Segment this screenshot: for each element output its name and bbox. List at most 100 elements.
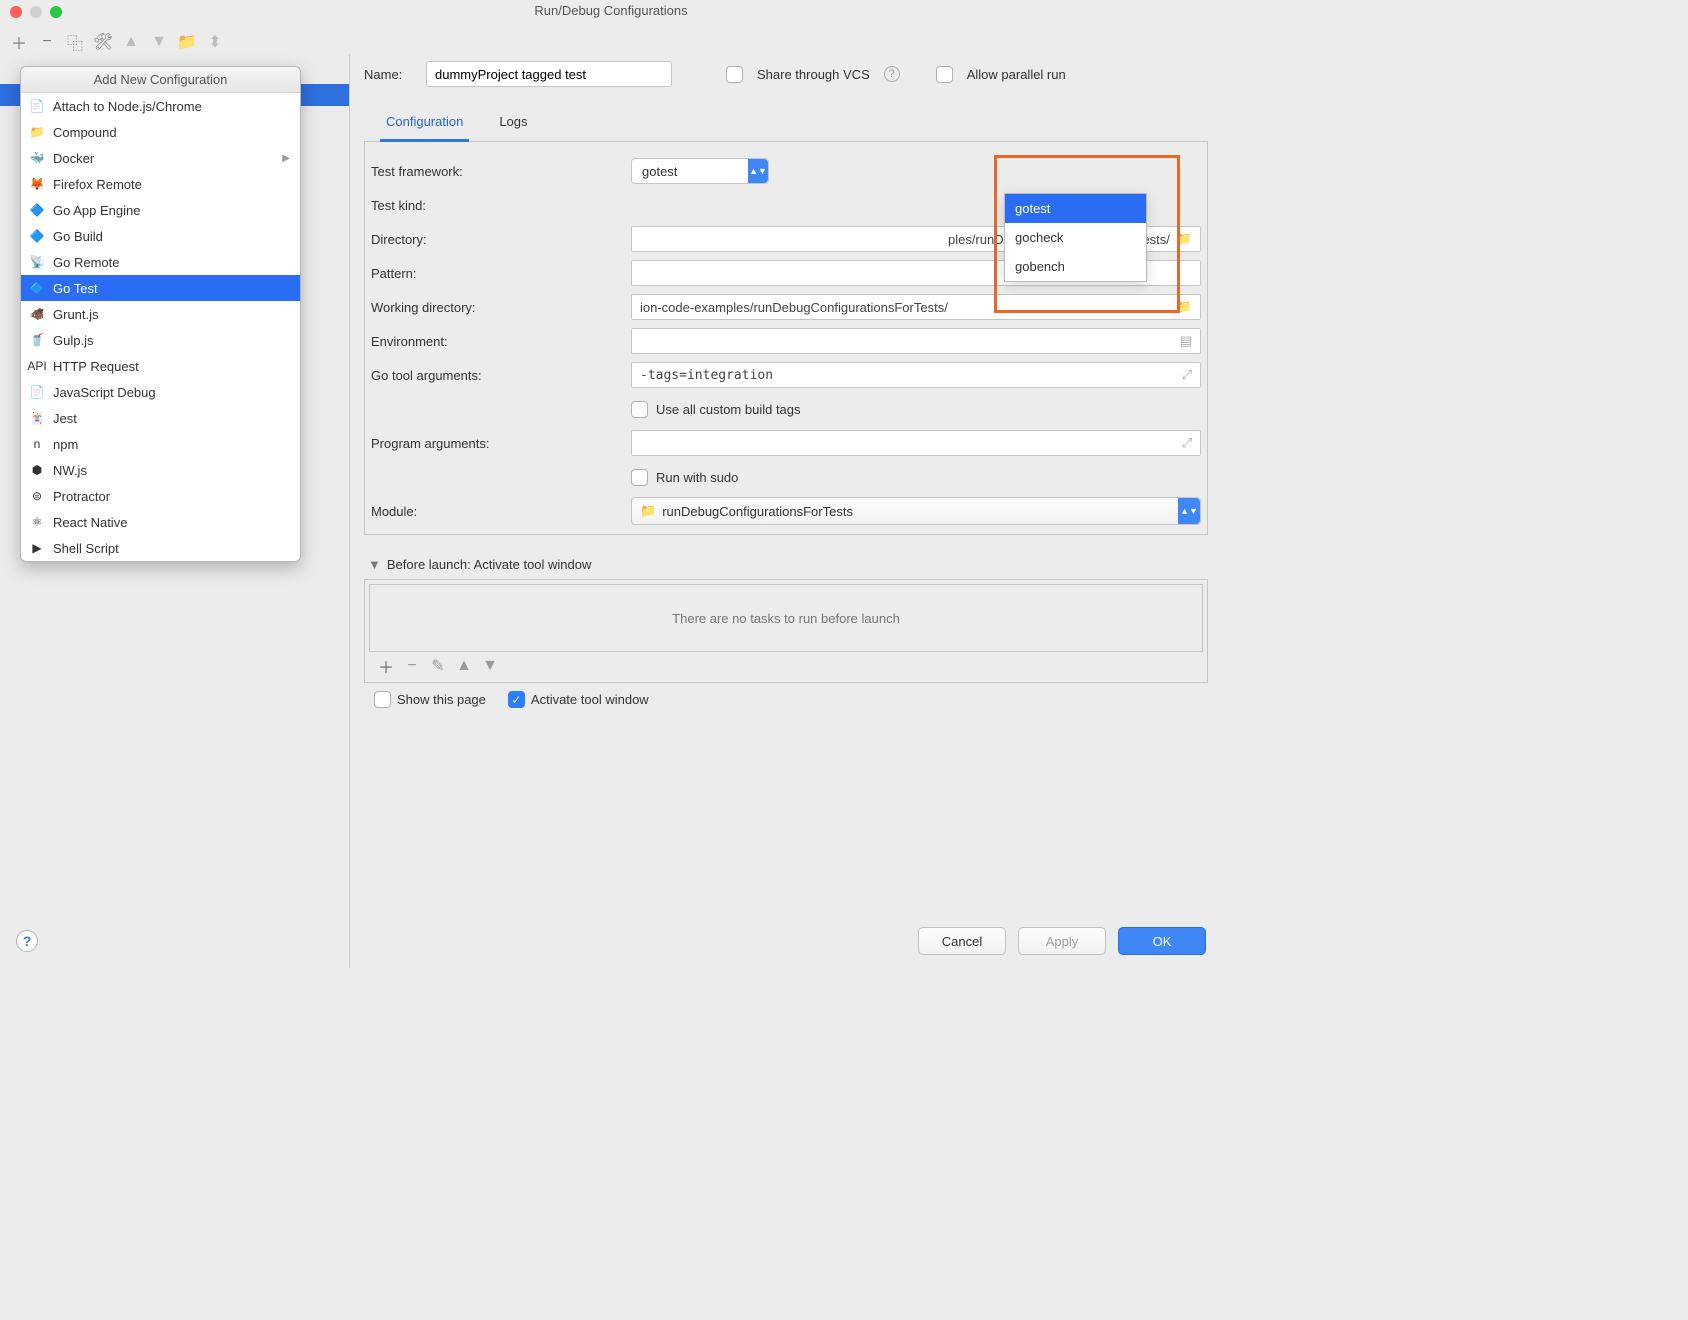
popup-item-gulp-js[interactable]: 🥤Gulp.js — [21, 327, 300, 353]
test-framework-label: Test framework: — [371, 164, 623, 179]
popup-item-label: NW.js — [53, 463, 87, 478]
popup-item-docker[interactable]: 🐳Docker▶ — [21, 145, 300, 171]
remove-configuration-button[interactable]: − — [36, 31, 58, 53]
popup-item-react-native[interactable]: ⚛ React Native — [21, 509, 300, 535]
popup-item-label: npm — [53, 437, 78, 452]
program-args-input[interactable]: ⤢ — [631, 430, 1201, 456]
allow-parallel-checkbox[interactable] — [936, 66, 953, 83]
compound-icon: 📁 — [29, 124, 45, 140]
module-label: Module: — [371, 504, 623, 519]
jest-icon: 🃏 — [29, 410, 45, 426]
attach-to-node-js-chrome-icon: 📄 — [29, 98, 45, 114]
tab-logs[interactable]: Logs — [493, 110, 533, 141]
use-all-tags-label: Use all custom build tags — [656, 402, 801, 417]
popup-item-label: Firefox Remote — [53, 177, 142, 192]
popup-item-label: Go Remote — [53, 255, 119, 270]
expand-icon[interactable]: ⤢ — [1182, 435, 1192, 451]
before-launch-header[interactable]: ▼ Before launch: Activate tool window — [364, 549, 1208, 579]
pattern-label: Pattern: — [371, 266, 623, 281]
apply-button: Apply — [1018, 927, 1106, 955]
popup-item-jest[interactable]: 🃏Jest — [21, 405, 300, 431]
close-window[interactable] — [10, 6, 22, 18]
popup-item-go-app-engine[interactable]: 🔷Go App Engine — [21, 197, 300, 223]
environment-label: Environment: — [371, 334, 623, 349]
cancel-button[interactable]: Cancel — [918, 927, 1006, 955]
dropdown-option-gotest[interactable]: gotest — [1005, 194, 1146, 223]
popup-item-label: JavaScript Debug — [53, 385, 156, 400]
popup-item-go-test[interactable]: 🔷Go Test — [21, 275, 300, 301]
test-framework-dropdown[interactable]: gotest gocheck gobench — [1004, 193, 1147, 282]
test-framework-select[interactable]: gotest ▲▼ — [631, 158, 769, 184]
popup-item-firefox-remote[interactable]: 🦊Firefox Remote — [21, 171, 300, 197]
move-up-button[interactable]: ▲ — [120, 31, 142, 53]
move-down-button[interactable]: ▼ — [148, 31, 170, 53]
shell-script-icon: ▶ — [29, 540, 45, 556]
run-sudo-checkbox[interactable] — [631, 469, 648, 486]
popup-item-label: Compound — [53, 125, 117, 140]
copy-configuration-button[interactable]: ⿻ — [64, 31, 86, 53]
popup-item-grunt-js[interactable]: 🐗Grunt.js — [21, 301, 300, 327]
nw-js-icon: ⬢ — [29, 462, 45, 478]
popup-item-label: React Native — [53, 515, 127, 530]
environment-input[interactable]: ▤ — [631, 328, 1201, 354]
dropdown-option-gocheck[interactable]: gocheck — [1005, 223, 1146, 252]
grunt-js-icon: 🐗 — [29, 306, 45, 322]
before-launch-list[interactable]: There are no tasks to run before launch — [369, 584, 1203, 652]
popup-item-label: Go Build — [53, 229, 103, 244]
go-test-icon: 🔷 — [29, 280, 45, 296]
help-button[interactable]: ? — [16, 930, 38, 952]
tabs: Configuration Logs — [364, 110, 1208, 142]
test-kind-label: Test kind: — [371, 198, 623, 213]
popup-item-nw-js[interactable]: ⬢ NW.js — [21, 457, 300, 483]
folder-icon[interactable]: 📁 — [1176, 299, 1192, 315]
working-dir-input[interactable]: ion-code-examples/runDebugConfigurations… — [631, 294, 1201, 320]
popup-item-go-remote[interactable]: 📡 Go Remote — [21, 249, 300, 275]
add-configuration-popup[interactable]: Add New Configuration 📄Attach to Node.js… — [20, 66, 301, 562]
bl-add-button[interactable]: ＋ — [375, 655, 397, 677]
name-label: Name: — [364, 67, 412, 82]
npm-icon: n — [29, 436, 45, 452]
traffic-lights — [10, 6, 62, 18]
bl-up-button: ▲ — [453, 655, 475, 677]
show-this-page-label: Show this page — [397, 692, 486, 707]
popup-item-javascript-debug[interactable]: 📄 JavaScript Debug — [21, 379, 300, 405]
show-this-page-checkbox[interactable] — [374, 691, 391, 708]
allow-parallel-label: Allow parallel run — [967, 67, 1066, 82]
popup-item-npm[interactable]: nnpm — [21, 431, 300, 457]
use-all-tags-checkbox[interactable] — [631, 401, 648, 418]
folder-icon[interactable]: 📁 — [1176, 231, 1192, 247]
activate-tool-label: Activate tool window — [531, 692, 649, 707]
dropdown-option-gobench[interactable]: gobench — [1005, 252, 1146, 281]
popup-item-protractor[interactable]: ⊜Protractor — [21, 483, 300, 509]
popup-item-go-build[interactable]: 🔷Go Build — [21, 223, 300, 249]
chevron-right-icon: ▶ — [282, 153, 290, 164]
popup-item-compound[interactable]: 📁 Compound — [21, 119, 300, 145]
javascript-debug-icon: 📄 — [29, 384, 45, 400]
configuration-panel: Name: Share through VCS ? Allow parallel… — [350, 54, 1222, 968]
sort-button[interactable]: ⬍ — [204, 31, 226, 53]
gulp-js-icon: 🥤 — [29, 332, 45, 348]
popup-item-http-request[interactable]: APIHTTP Request — [21, 353, 300, 379]
add-configuration-button[interactable]: ＋ — [8, 31, 30, 53]
list-icon[interactable]: ▤ — [1180, 333, 1192, 349]
popup-item-shell-script[interactable]: ▶Shell Script — [21, 535, 300, 561]
maximize-window[interactable] — [50, 6, 62, 18]
go-tool-args-input[interactable]: -tags=integration ⤢ — [631, 362, 1201, 388]
activate-tool-checkbox[interactable]: ✓ — [508, 691, 525, 708]
bl-down-button: ▼ — [479, 655, 501, 677]
tab-configuration[interactable]: Configuration — [380, 110, 469, 142]
bl-remove-button: − — [401, 655, 423, 677]
name-input[interactable] — [426, 61, 672, 87]
folder-button[interactable]: 📁 — [176, 31, 198, 53]
popup-item-label: Protractor — [53, 489, 110, 504]
ok-button[interactable]: OK — [1118, 927, 1206, 955]
react-native-icon: ⚛ — [29, 514, 45, 530]
module-select[interactable]: 📁 runDebugConfigurationsForTests ▲▼ — [631, 497, 1201, 525]
expand-icon[interactable]: ⤢ — [1182, 368, 1192, 383]
help-icon[interactable]: ? — [884, 66, 900, 82]
go-remote-icon: 📡 — [29, 254, 45, 270]
edit-defaults-button[interactable]: 🛠 — [92, 31, 114, 53]
popup-item-attach-to-node-js-chrome[interactable]: 📄 Attach to Node.js/Chrome — [21, 93, 300, 119]
popup-item-label: Attach to Node.js/Chrome — [53, 99, 202, 114]
share-vcs-checkbox[interactable] — [726, 66, 743, 83]
